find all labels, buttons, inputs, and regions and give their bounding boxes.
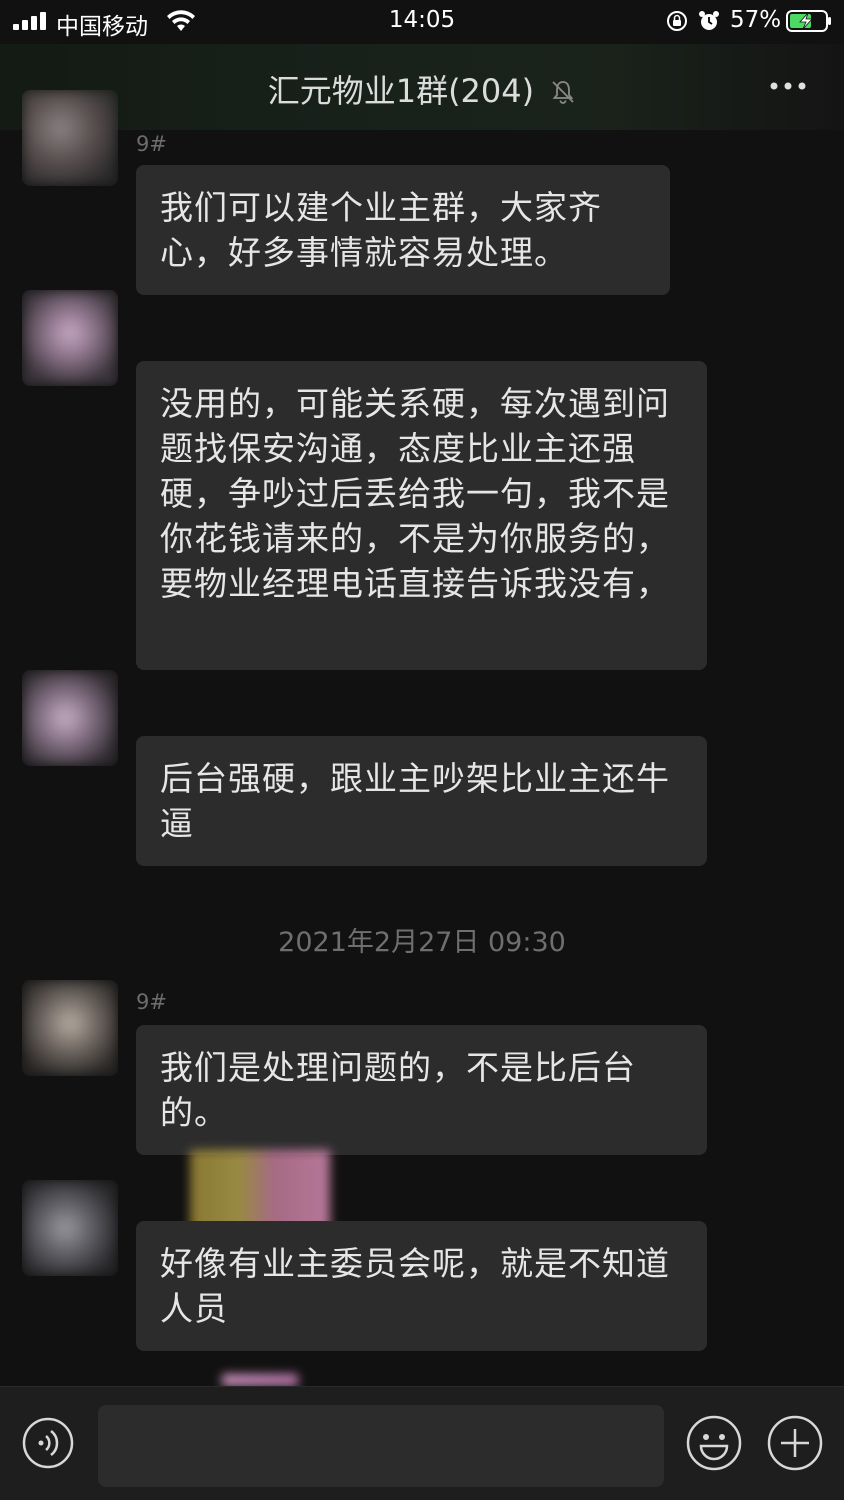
sender-name: 9#	[136, 132, 167, 156]
message-bubble[interactable]: 我们可以建个业主群，大家齐心，好多事情就容易处理。	[136, 165, 670, 295]
message-list[interactable]: 9# 我们可以建个业主群，大家齐心，好多事情就容易处理。 没用的，可能关系硬，每…	[0, 90, 844, 1386]
message-bubble[interactable]: 好像有业主委员会呢，就是不知道人员	[136, 1221, 707, 1351]
voice-icon[interactable]	[22, 1417, 74, 1469]
chat-title-row[interactable]: 汇元物业1群(204)	[0, 66, 844, 112]
message-bubble[interactable]: 我们是处理问题的，不是比后台的。	[136, 1025, 707, 1155]
avatar[interactable]	[22, 980, 118, 1076]
sender-name: 9#	[136, 990, 167, 1014]
avatar[interactable]	[22, 670, 118, 766]
mute-bell-icon	[552, 81, 574, 104]
lock-rotation-icon	[667, 11, 687, 31]
emoji-icon[interactable]	[686, 1415, 742, 1471]
chat-title: 汇元物业1群(204)	[267, 72, 535, 110]
sticker-image[interactable]	[222, 1374, 298, 1386]
status-bar: 中国移动 14:05 57%	[0, 0, 844, 44]
message-bubble[interactable]: 没用的，可能关系硬，每次遇到问题找保安沟通，态度比业主还强硬，争吵过后丢给我一句…	[136, 361, 707, 670]
message-bubble[interactable]: 后台强硬，跟业主吵架比业主还牛逼	[136, 736, 707, 866]
avatar[interactable]	[22, 90, 118, 186]
battery-icon	[786, 10, 831, 32]
message-input[interactable]	[98, 1405, 664, 1487]
more-icon[interactable]	[768, 74, 808, 98]
avatar[interactable]	[22, 290, 118, 386]
alarm-icon	[699, 11, 719, 30]
avatar[interactable]	[22, 1180, 118, 1276]
input-bar	[0, 1386, 844, 1500]
message-timestamp: 2021年2月27日 09:30	[278, 927, 566, 958]
nav-bar: 汇元物业1群(204)	[0, 44, 844, 130]
plus-icon[interactable]	[767, 1415, 823, 1471]
chat-screen: 中国移动 14:05 57% 汇元物业1群(204) 9# 我们可以建个业主群，…	[0, 0, 844, 1500]
battery-percent: 57%	[730, 7, 782, 33]
